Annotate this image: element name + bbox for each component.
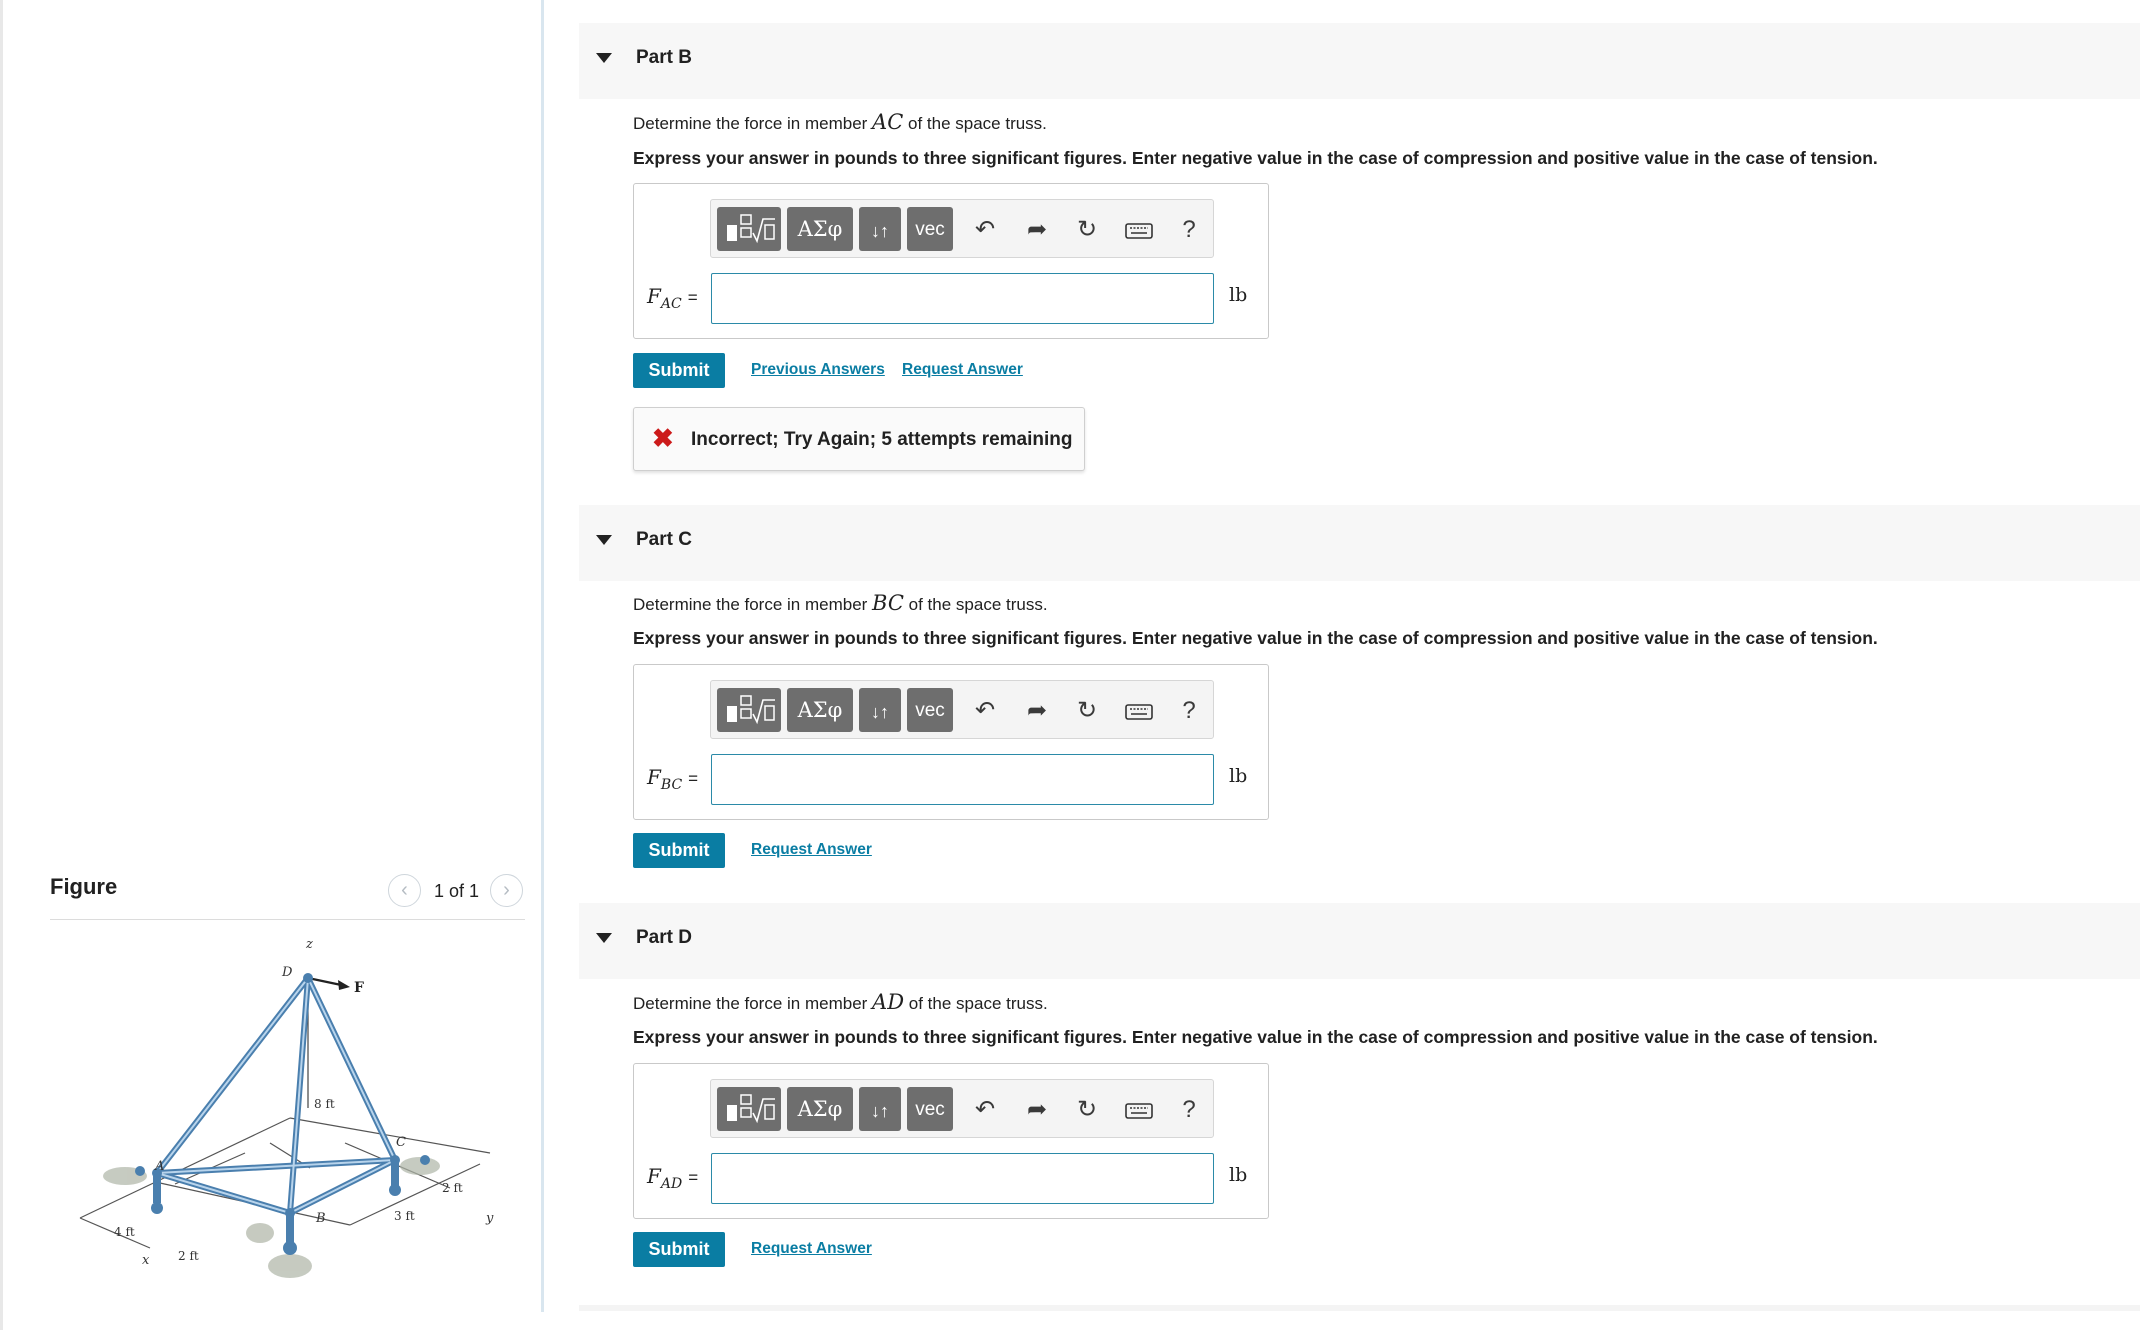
math-toolbar: ΑΣφ ↓↑ vec ↶ ➦ ↻ ? [710,199,1214,258]
subscript-superscript-button[interactable]: ↓↑ [859,207,901,251]
part-b-title: Part B [636,47,692,68]
part-b-feedback-text: Incorrect; Try Again; 5 attempts remaini… [691,429,1073,450]
part-d-request-answer-link[interactable]: Request Answer [751,1240,872,1258]
undo-icon[interactable]: ↶ [967,212,1003,248]
part-d-instruction: Express your answer in pounds to three s… [633,1027,1878,1047]
caret-down-icon [596,933,612,943]
truss-highlights [156,977,396,1214]
figure-title: Figure [50,874,118,899]
part-c-prompt: Determine the force in member BC of the … [633,591,1048,615]
part-c-answer-box: ΑΣφ ↓↑ vec ↶ ➦ ↻ ? FBC = lb [633,664,1269,820]
part-c-answer-input[interactable] [711,754,1214,805]
part-d-prompt: Determine the force in member AD of the … [633,990,1048,1014]
undo-icon[interactable]: ↶ [967,1092,1003,1128]
part-c-variable-label: FBC = [647,765,699,793]
x-axis-label: x [142,1253,150,1268]
help-button[interactable]: ? [1171,693,1207,729]
joint-b [285,1208,295,1218]
part-b-prompt: Determine the force in member AC of the … [633,110,1047,134]
redo-icon[interactable]: ➦ [1019,212,1055,248]
part-d-submit-button[interactable]: Submit [633,1232,725,1267]
force-arrow-head [338,980,350,990]
joint-c-label: C [396,1135,406,1150]
subscript-superscript-button[interactable]: ↓↑ [859,688,901,732]
keyboard-icon[interactable] [1121,212,1157,248]
space-truss-figure: z D A B C x y F 8 ft 4 ft 2 ft 2 ft 3 ft [79,937,494,1278]
greek-symbols-button[interactable]: ΑΣφ [787,688,853,732]
joint-c [390,1155,400,1165]
part-d-answer-input[interactable] [711,1153,1214,1204]
reset-icon[interactable]: ↻ [1069,693,1105,729]
fraction-sqrt-template-icon [727,695,775,725]
z-axis-label: z [305,937,313,952]
y-axis-label: y [485,1211,494,1226]
part-c-title: Part C [636,529,692,550]
joint-a-label: A [154,1159,164,1174]
subscript-superscript-button[interactable]: ↓↑ [859,1087,901,1131]
redo-icon[interactable]: ➦ [1019,693,1055,729]
help-button[interactable]: ? [1171,212,1207,248]
dim-3ft: 3 ft [394,1209,415,1223]
part-d-answer-box: ΑΣφ ↓↑ vec ↶ ➦ ↻ ? FAD = lb [633,1063,1269,1219]
joint-b-label: B [315,1211,326,1226]
chevron-left-icon: ‹ [401,879,408,901]
figure-pager: 1 of 1 [434,881,480,901]
part-b-feedback: ✖ Incorrect; Try Again; 5 attempts remai… [633,407,1085,471]
keyboard-icon[interactable] [1121,1092,1157,1128]
part-c-submit-button[interactable]: Submit [633,833,725,868]
greek-symbols-button[interactable]: ΑΣφ [787,207,853,251]
help-button[interactable]: ? [1171,1092,1207,1128]
section-divider [579,1305,2140,1311]
part-b-submit-button[interactable]: Submit [633,353,725,388]
pane-divider[interactable] [541,0,544,1312]
error-x-icon: ✖ [652,423,674,453]
part-c-instruction: Express your answer in pounds to three s… [633,628,1878,648]
floor-grid [79,1117,491,1249]
part-c-request-answer-link[interactable]: Request Answer [751,841,872,859]
dim-4ft: 4 ft [114,1225,135,1239]
vector-button[interactable]: vec [907,688,953,732]
dim-2ft-x: 2 ft [178,1249,199,1263]
keyboard-icon[interactable] [1121,693,1157,729]
part-b-answer-box: ΑΣφ ↓↑ vec ↶ ➦ ↻ ? FAC = lb [633,183,1269,339]
vector-button[interactable]: vec [907,207,953,251]
part-d-variable-label: FAD = [647,1164,699,1192]
reset-icon[interactable]: ↻ [1069,1092,1105,1128]
part-b-previous-answers-link[interactable]: Previous Answers [751,361,885,379]
template-button[interactable] [717,688,781,732]
caret-down-icon [596,535,612,545]
force-label: F [354,980,364,996]
part-b-header[interactable]: Part B [579,23,2140,99]
greek-symbols-button[interactable]: ΑΣφ [787,1087,853,1131]
part-b-unit: lb [1229,284,1248,306]
part-b-instruction: Express your answer in pounds to three s… [633,148,1878,168]
part-b-answer-input[interactable] [711,273,1214,324]
joint-d-label: D [281,965,293,980]
part-b-variable-label: FAC = [647,284,698,312]
part-c-header[interactable]: Part C [579,505,2140,581]
fraction-sqrt-template-icon [727,1094,775,1124]
reset-icon[interactable]: ↻ [1069,212,1105,248]
undo-icon[interactable]: ↶ [967,693,1003,729]
figure-prev-button[interactable]: ‹ [388,874,421,907]
dim-8ft: 8 ft [314,1097,335,1111]
part-c-unit: lb [1229,765,1248,787]
math-toolbar: ΑΣφ ↓↑ vec ↶ ➦ ↻ ? [710,680,1214,739]
template-button[interactable] [717,207,781,251]
part-d-title: Part D [636,927,692,948]
redo-icon[interactable]: ➦ [1019,1092,1055,1128]
joint-d [303,973,313,983]
figure-header: Figure ‹ 1 of 1 › [50,870,525,920]
figure-next-button[interactable]: › [490,874,523,907]
dim-2ft-y: 2 ft [442,1181,463,1195]
fraction-sqrt-template-icon [727,214,775,244]
part-b-request-answer-link[interactable]: Request Answer [902,361,1023,379]
part-d-unit: lb [1229,1164,1248,1186]
caret-down-icon [596,53,612,63]
part-d-header[interactable]: Part D [579,903,2140,979]
vector-button[interactable]: vec [907,1087,953,1131]
math-toolbar: ΑΣφ ↓↑ vec ↶ ➦ ↻ ? [710,1079,1214,1138]
chevron-right-icon: › [503,879,510,901]
template-button[interactable] [717,1087,781,1131]
